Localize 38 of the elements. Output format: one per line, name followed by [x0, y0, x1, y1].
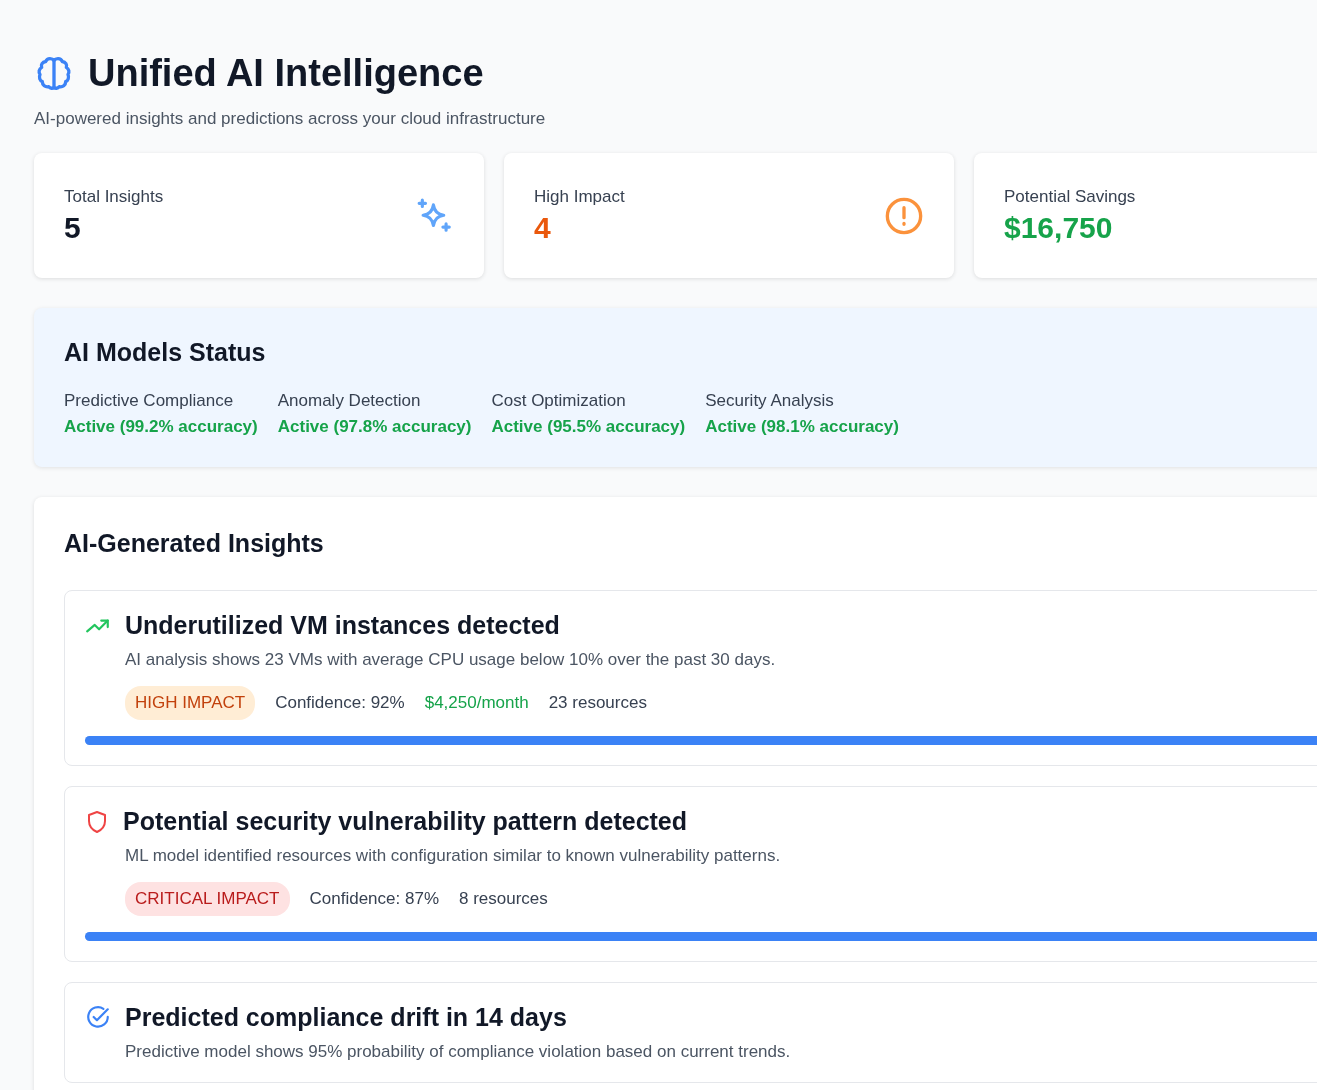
insight-card[interactable]: Underutilized VM instances detected AI analysis shows 23 VMs with average CPU usage below 10% over the past 30 days. HIGH IMPACT Confidence: 92% $4,250/month 23 resources	[64, 590, 1317, 766]
section-title: AI-Generated Insights	[64, 529, 325, 558]
stat-value: 5	[64, 210, 82, 245]
section-title: AI Models Status	[64, 338, 267, 367]
insight-title: Underutilized VM instances detected	[125, 611, 560, 640]
shield-icon	[85, 809, 109, 834]
resource-count: 8 resources	[459, 889, 548, 909]
impact-badge: CRITICAL IMPACT	[125, 882, 290, 916]
impact-badge: HIGH IMPACT	[125, 686, 256, 720]
insight-card[interactable]: Predicted compliance drift in 14 days Predictive model shows 95% probability of compliance violation based on current trends.	[64, 982, 1317, 1083]
insight-description: AI analysis shows 23 VMs with average CPU usage below 10% over the past 30 days.	[125, 650, 777, 670]
resource-count: 23 resources	[548, 693, 647, 713]
model-name: Predictive Compliance	[64, 391, 235, 411]
model-status: Active (95.5% accuracy)	[491, 417, 686, 437]
insight-title: Potential security vulnerability pattern detected	[123, 807, 688, 836]
model-name: Anomaly Detection	[277, 391, 422, 411]
insight-card[interactable]: Potential security vulnerability pattern detected ML model identified resources with configuration similar to known vulnerability patterns. CRITICAL IMPACT Confidence: 87% 8 resources	[64, 786, 1317, 962]
sparkles-icon	[416, 196, 454, 235]
stat-value: $16,750	[1004, 210, 1114, 245]
stat-label: High Impact	[534, 186, 625, 207]
alert-circle-icon	[884, 195, 924, 236]
confidence-text: Confidence: 92%	[275, 693, 405, 713]
insight-description: ML model identified resources with configuration similar to known vulnerability patterns.	[125, 846, 782, 866]
confidence-text: Confidence: 87%	[309, 889, 439, 909]
stat-value: 4	[534, 210, 552, 245]
savings-text: $4,250/month	[424, 693, 529, 713]
model-name: Security Analysis	[705, 391, 835, 411]
page-subtitle: AI-powered insights and predictions across your cloud infrastructure	[34, 109, 547, 129]
insight-description: Predictive model shows 95% probability of compliance violation based on current trends.	[125, 1042, 792, 1062]
model-status: Active (98.1% accuracy)	[705, 417, 899, 437]
page-title: Unified AI Intelligence	[88, 52, 484, 95]
check-circle-icon	[85, 1004, 111, 1031]
model-status: Active (99.2% accuracy)	[64, 417, 258, 437]
stat-label: Potential Savings	[1004, 186, 1136, 207]
stat-label: Total Insights	[64, 186, 164, 207]
model-name: Cost Optimization	[491, 391, 627, 411]
model-status: Active (97.8% accuracy)	[277, 417, 472, 437]
insight-title: Predicted compliance drift in 14 days	[125, 1003, 567, 1032]
